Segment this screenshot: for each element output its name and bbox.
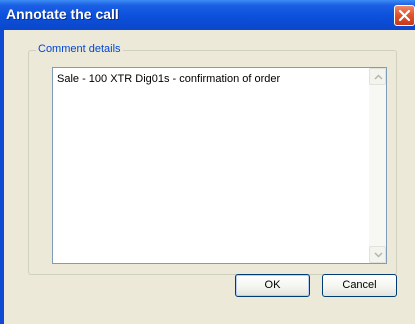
dialog-window: Annotate the call Comment details Sale -… [0,0,415,324]
comment-details-group: Comment details Sale - 100 XTR Dig01s - … [28,43,397,275]
group-label: Comment details [36,43,123,55]
ok-button[interactable]: OK [235,274,310,297]
chevron-up-icon [374,74,383,80]
title-bar[interactable]: Annotate the call [0,0,415,30]
close-button[interactable] [394,5,415,26]
comment-text: Sale - 100 XTR Dig01s - confirmation of … [57,73,281,85]
scroll-up-button[interactable] [369,68,386,85]
dialog-body: Comment details Sale - 100 XTR Dig01s - … [4,30,415,324]
vertical-scrollbar[interactable] [369,68,386,263]
comment-textarea[interactable]: Sale - 100 XTR Dig01s - confirmation of … [52,67,387,264]
chevron-down-icon [374,252,383,258]
scroll-down-button[interactable] [369,246,386,263]
cancel-button[interactable]: Cancel [322,274,397,297]
window-title: Annotate the call [6,6,119,22]
close-icon [398,9,411,22]
